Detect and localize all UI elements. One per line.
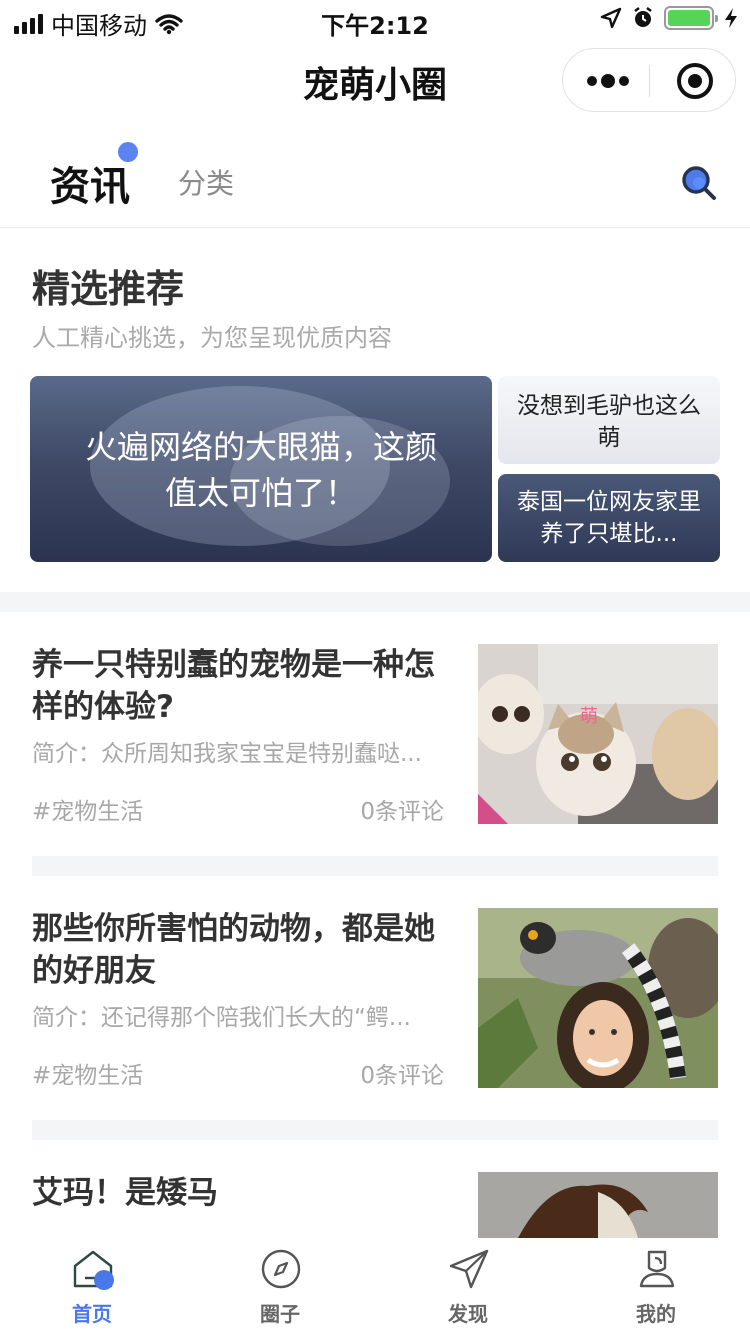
tab-category[interactable]: 分类 xyxy=(178,162,234,202)
bottom-tab-bar: 首页 圈子 发现 我的 xyxy=(0,1238,750,1334)
alarm-icon xyxy=(634,7,652,27)
article-title: 养一只特别蠢的宠物是一种怎样的体验? xyxy=(32,647,435,725)
battery-icon xyxy=(664,6,718,30)
tabbar-me[interactable]: 我的 xyxy=(596,1238,716,1334)
tab-indicator-dot xyxy=(118,142,138,162)
tabbar-label: 我的 xyxy=(636,1302,676,1326)
featured-title: 精选推荐 xyxy=(32,267,185,311)
compass-icon xyxy=(261,1249,301,1289)
article-title: 艾玛！是矮马 xyxy=(32,1175,218,1211)
tabbar-label: 圈子 xyxy=(260,1302,300,1326)
thumbnail-sticker-text: 萌 xyxy=(580,706,598,727)
featured-side-bottom-text: 泰国一位网友家里养了只堪比... xyxy=(517,489,701,547)
article-thumbnail xyxy=(478,1172,718,1238)
more-dots-icon[interactable] xyxy=(587,69,629,93)
capsule-divider xyxy=(649,65,650,97)
featured-side-top-text: 没想到毛驴也这么萌 xyxy=(517,393,701,451)
charging-bolt-icon xyxy=(725,8,737,28)
user-icon xyxy=(639,1250,675,1288)
status-bar: 中国移动 下午2:12 xyxy=(0,0,750,40)
home-icon xyxy=(73,1250,114,1290)
article-comments: 0条评论 xyxy=(360,1063,444,1089)
tabbar-circle[interactable]: 圈子 xyxy=(220,1238,340,1334)
location-arrow-icon xyxy=(600,7,622,29)
section-gap xyxy=(0,592,750,612)
article-comments: 0条评论 xyxy=(360,799,444,825)
target-circle-icon[interactable] xyxy=(677,63,713,99)
featured-side-card-top[interactable]: 没想到毛驴也这么萌 xyxy=(498,376,720,464)
mini-program-capsule xyxy=(562,48,736,112)
article-thumbnail: 萌 xyxy=(478,644,718,824)
article-tag[interactable]: #宠物生活 xyxy=(32,1056,143,1090)
tabbar-discover[interactable]: 发现 xyxy=(408,1238,528,1334)
article-intro: 简介：还记得那个陪我们长大的“鳄... xyxy=(32,1005,411,1031)
featured-subtitle: 人工精心挑选，为您呈现优质内容 xyxy=(32,324,392,352)
tabbar-label: 首页 xyxy=(72,1302,112,1326)
featured-main-card[interactable]: 火遍网络的大眼猫，这颜值太可怕了！ xyxy=(30,376,492,562)
article-thumbnail xyxy=(478,908,718,1088)
tab-news[interactable]: 资讯 xyxy=(50,154,130,212)
search-icon[interactable] xyxy=(680,164,718,202)
list-separator xyxy=(32,856,718,876)
tabbar-label: 发现 xyxy=(448,1302,488,1326)
featured-main-text: 火遍网络的大眼猫，这颜值太可怕了！ xyxy=(84,428,437,512)
article-intro: 简介：众所周知我家宝宝是特别蠢哒... xyxy=(32,741,422,767)
status-right xyxy=(600,6,738,30)
paper-plane-icon xyxy=(449,1249,489,1289)
featured-side-card-bottom[interactable]: 泰国一位网友家里养了只堪比... xyxy=(498,474,720,562)
top-tabs: 资讯 分类 xyxy=(0,128,750,228)
article-tag[interactable]: #宠物生活 xyxy=(32,792,143,826)
tabbar-home[interactable]: 首页 xyxy=(32,1238,152,1334)
list-separator xyxy=(32,1120,718,1140)
featured-section: 精选推荐 人工精心挑选，为您呈现优质内容 火遍网络的大眼猫，这颜值太可怕了！ 没… xyxy=(0,228,750,592)
article-title: 那些你所害怕的动物，都是她的好朋友 xyxy=(32,911,435,989)
